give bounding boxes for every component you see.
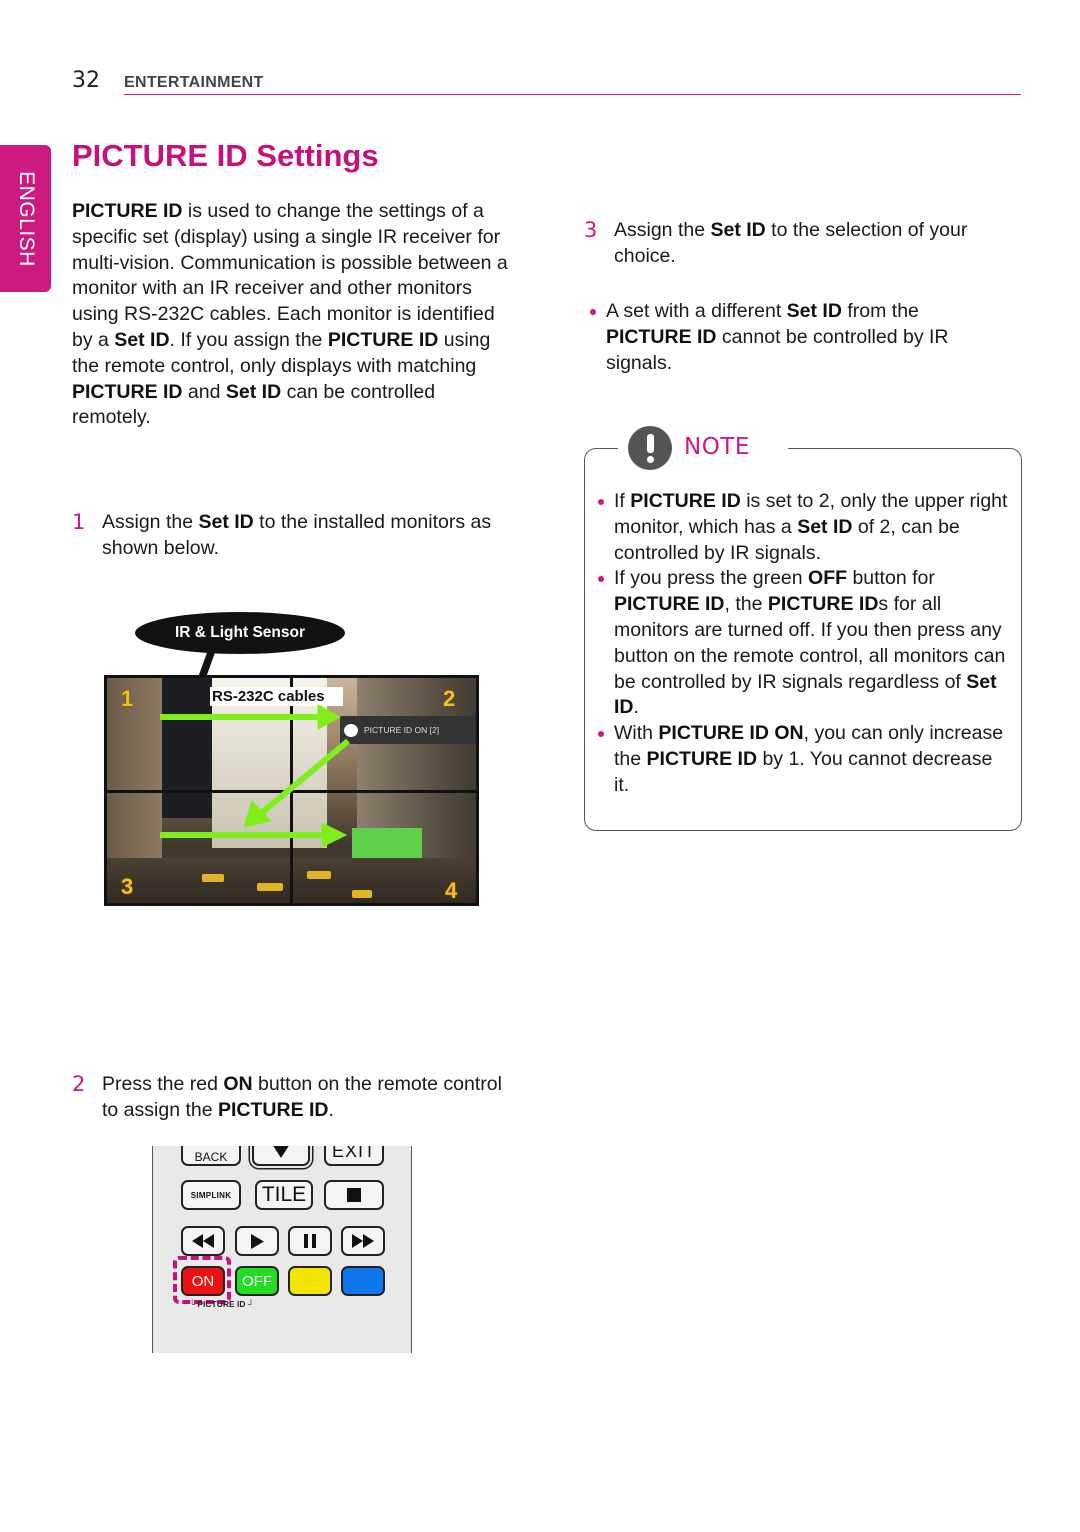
simplink-button[interactable]: SIMPLINK <box>181 1180 241 1210</box>
down-arrow-icon <box>273 1146 289 1158</box>
arrow-2-to-3 <box>257 738 350 818</box>
note-item: If you press the green OFF button for PI… <box>592 566 1012 721</box>
remote-control: BACK EXIT SIMPLINK TILE ON OFF └ PICTURE… <box>152 1146 412 1353</box>
play-icon <box>250 1233 264 1249</box>
language-tab-label: ENGLISH <box>14 170 38 267</box>
intro-paragraph: PICTURE ID is used to change the setting… <box>72 200 508 429</box>
blue-button[interactable] <box>341 1266 385 1296</box>
note-item: With PICTURE ID ON, you can only increas… <box>592 721 1012 798</box>
note-label: NOTE <box>684 434 750 460</box>
cable-arrows <box>160 704 350 848</box>
exit-button[interactable]: EXIT <box>324 1146 384 1166</box>
green-off-button[interactable]: OFF <box>235 1266 279 1296</box>
play-button[interactable] <box>235 1226 279 1256</box>
page-title: PICTURE ID Settings <box>72 138 379 173</box>
note-item: If PICTURE ID is set to 2, only the uppe… <box>592 489 1012 566</box>
arrow-head <box>321 822 348 848</box>
fast-forward-icon <box>352 1234 374 1248</box>
header-rule <box>124 94 1021 95</box>
pause-button[interactable] <box>288 1226 332 1256</box>
back-button[interactable]: BACK <box>181 1146 241 1166</box>
fast-forward-button[interactable] <box>341 1226 385 1256</box>
step-3-bullet: A set with a different Set ID from the P… <box>584 299 1004 376</box>
page-number: 32 <box>72 68 100 93</box>
on-button-highlight <box>173 1256 231 1304</box>
rewind-button[interactable] <box>181 1226 225 1256</box>
step-number: 3 <box>584 218 598 242</box>
exclamation-icon <box>628 426 672 470</box>
stop-icon <box>347 1188 361 1202</box>
rewind-icon <box>192 1234 214 1248</box>
ir-sensor-callout: IR & Light Sensor <box>135 612 345 654</box>
step-number: 2 <box>72 1072 86 1096</box>
picture-id-caption: └ PICTURE ID ┘ <box>189 1299 254 1309</box>
down-button[interactable] <box>252 1146 310 1166</box>
stop-button[interactable] <box>324 1180 384 1210</box>
note-list: If PICTURE ID is set to 2, only the uppe… <box>592 489 1012 799</box>
step-text: Press the red ON button on the remote co… <box>102 1073 502 1121</box>
pause-icon <box>304 1234 316 1248</box>
section-title: ENTERTAINMENT <box>124 74 264 91</box>
language-tab[interactable]: ENGLISH <box>0 145 51 292</box>
step-number: 1 <box>72 510 86 534</box>
arrow-head <box>317 704 342 730</box>
yellow-button[interactable] <box>288 1266 332 1296</box>
step-text: Assign the Set ID to the selection of yo… <box>614 219 968 267</box>
step-text: Assign the Set ID to the installed monit… <box>102 511 492 559</box>
tile-button[interactable]: TILE <box>255 1180 313 1210</box>
